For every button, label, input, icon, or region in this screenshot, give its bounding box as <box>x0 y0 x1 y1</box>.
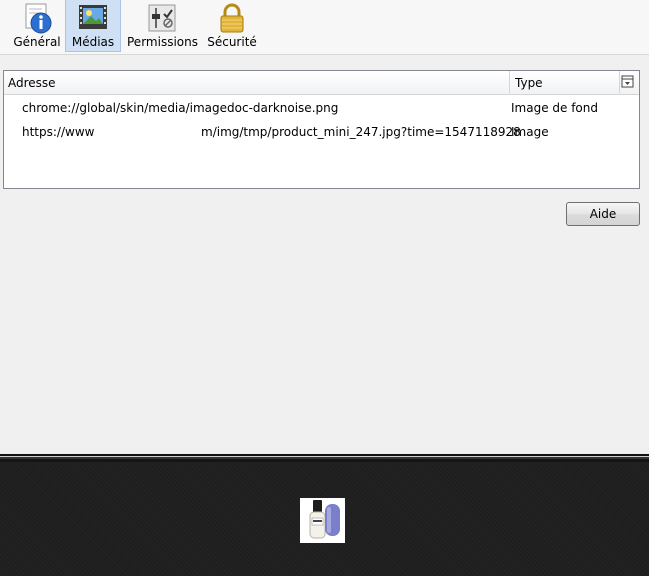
table-header: Adresse Type <box>4 71 639 95</box>
info-icon <box>25 3 52 34</box>
lock-icon <box>220 3 244 33</box>
nail-polish-product-thumbnail <box>300 498 345 543</box>
tab-media[interactable]: Médias <box>65 0 121 52</box>
tab-security-label: Sécurité <box>207 35 257 49</box>
row-address: chrome://global/skin/media/imagedoc-dark… <box>22 101 339 115</box>
column-picker-icon[interactable] <box>621 75 635 89</box>
table-row[interactable]: https://www m/img/tmp/product_mini_247.j… <box>4 120 639 144</box>
row-type: Image de fond <box>511 101 598 115</box>
permissions-icon <box>148 4 176 32</box>
table-row[interactable]: chrome://global/skin/media/imagedoc-dark… <box>4 96 639 120</box>
row-address-end: m/img/tmp/product_mini_247.jpg?time=1547… <box>201 125 521 139</box>
media-preview <box>0 454 649 576</box>
media-icon <box>79 5 107 29</box>
tab-permissions-label: Permissions <box>127 35 198 49</box>
help-button[interactable]: Aide <box>566 202 640 226</box>
tab-general-label: Général <box>13 35 61 49</box>
row-address-start: https://www <box>22 125 95 139</box>
column-header-type[interactable]: Type <box>510 71 620 93</box>
row-type: Image <box>511 125 549 139</box>
tab-toolbar: Général Médias Permissions Sécurité <box>0 0 649 55</box>
tab-media-label: Médias <box>71 35 115 49</box>
tab-permissions[interactable]: Permissions <box>127 0 198 52</box>
column-header-address[interactable]: Adresse <box>4 71 510 93</box>
tab-general[interactable]: Général <box>10 0 64 52</box>
tab-security[interactable]: Sécurité <box>205 0 259 52</box>
media-list[interactable]: Adresse Type chrome://global/skin/media/… <box>3 70 640 189</box>
preview-divider <box>0 454 649 462</box>
